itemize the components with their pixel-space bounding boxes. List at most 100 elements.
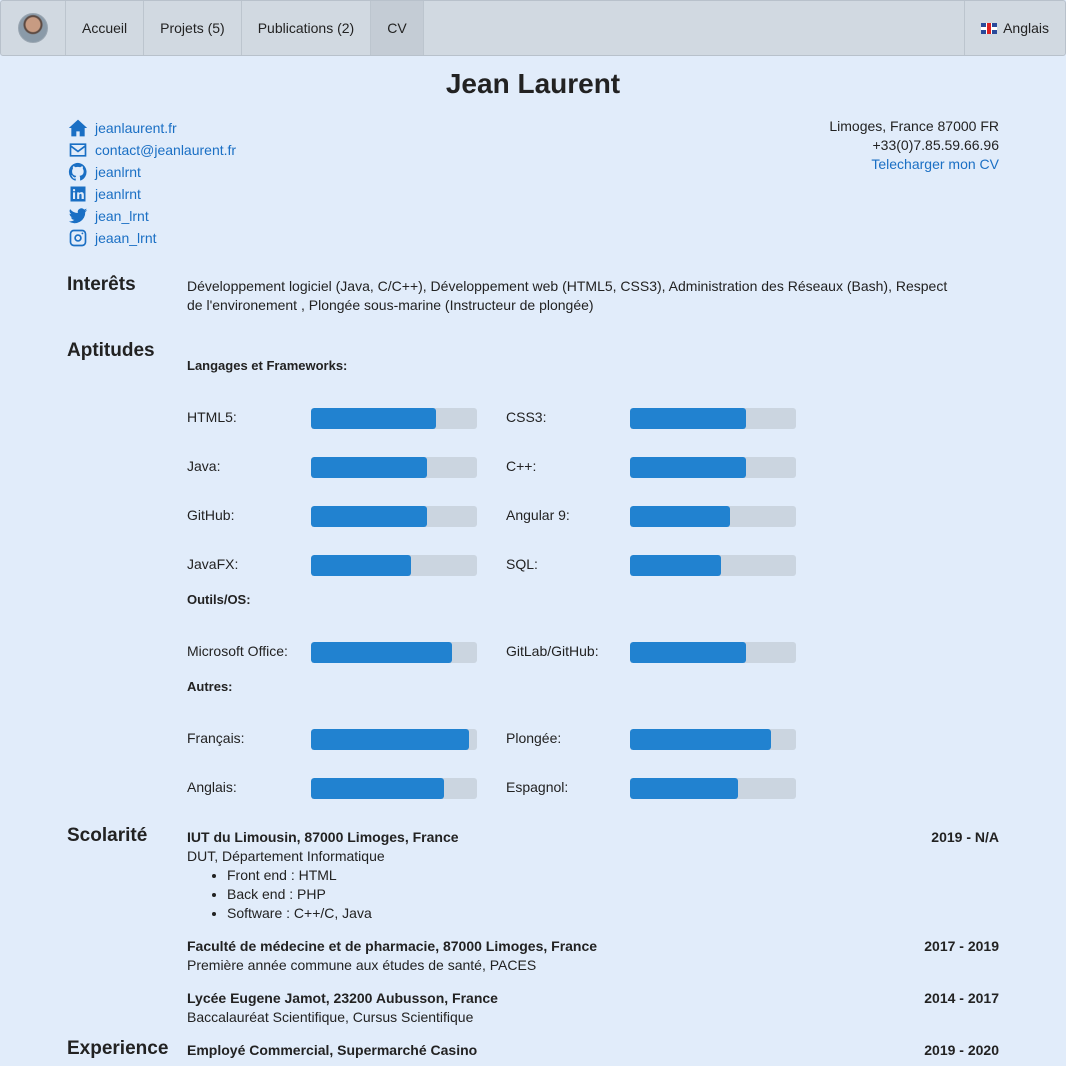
page-title: Jean Laurent bbox=[445, 68, 621, 99]
uk-flag-icon bbox=[981, 22, 998, 34]
language-label: Anglais bbox=[1003, 20, 1049, 36]
navbar: Accueil Projets (5) Publications (2) CV … bbox=[0, 0, 1066, 56]
contact-instagram: jeaan_lrnt bbox=[67, 227, 236, 249]
skill-bar bbox=[630, 642, 796, 663]
experience-entry: Employé Commercial, Supermarché Casino 2… bbox=[187, 1041, 999, 1060]
skill-label: C++: bbox=[506, 458, 537, 474]
skill-bar-fill bbox=[311, 555, 411, 576]
skill-bar bbox=[311, 506, 477, 527]
contact-website: jeanlaurent.fr bbox=[67, 117, 236, 139]
school-name: Lycée Eugene Jamot, 23200 Aubusson, Fran… bbox=[187, 990, 498, 1006]
skill-bar-fill bbox=[311, 408, 436, 429]
skill-label: HTML5: bbox=[187, 409, 237, 425]
education-entry: IUT du Limousin, 87000 Limoges, France 2… bbox=[187, 828, 999, 923]
linkedin-link[interactable]: jeanlrnt bbox=[95, 186, 141, 202]
skill-bar bbox=[630, 555, 796, 576]
list-item: Software : C++/C, Java bbox=[227, 904, 999, 923]
skill-label: GitHub: bbox=[187, 507, 235, 523]
nav-cv[interactable]: CV bbox=[371, 1, 424, 55]
interests-text: Développement logiciel (Java, C/C++), Dé… bbox=[187, 278, 948, 313]
skill-label: Java: bbox=[187, 458, 221, 474]
skill-bar-fill bbox=[311, 457, 428, 478]
skill-label: GitLab/GitHub: bbox=[506, 643, 599, 659]
school-years: 2014 - 2017 bbox=[924, 990, 999, 1006]
instagram-icon bbox=[67, 228, 89, 248]
instagram-link[interactable]: jeaan_lrnt bbox=[95, 230, 157, 246]
skills-title: Aptitudes bbox=[67, 340, 155, 361]
education-entry: Faculté de médecine et de pharmacie, 870… bbox=[187, 937, 999, 975]
degree: DUT, Département Informatique bbox=[187, 848, 385, 864]
skill-bar bbox=[311, 457, 477, 478]
download-cv-link[interactable]: Telecharger mon CV bbox=[871, 156, 999, 172]
education-title: Scolarité bbox=[67, 825, 148, 846]
skill-label: Français: bbox=[187, 730, 245, 746]
skill-group-heading: Autres: bbox=[187, 679, 233, 694]
skill-label: Microsoft Office: bbox=[187, 643, 288, 659]
list-item: Back end : PHP bbox=[227, 885, 999, 904]
avatar bbox=[18, 13, 48, 43]
job-role: Employé Commercial, Supermarché Casino bbox=[187, 1042, 478, 1058]
list-item: Front end : HTML bbox=[227, 866, 999, 885]
skill-bar bbox=[630, 729, 796, 750]
linkedin-icon bbox=[67, 184, 89, 204]
skill-bar-fill bbox=[630, 457, 747, 478]
job-years: 2019 - 2020 bbox=[924, 1042, 999, 1058]
skill-bar bbox=[630, 778, 796, 799]
skill-bar-fill bbox=[630, 778, 738, 799]
mail-icon bbox=[67, 140, 89, 160]
school-name: IUT du Limousin, 87000 Limoges, France bbox=[187, 829, 459, 845]
contact-email: contact@jeanlaurent.fr bbox=[67, 139, 236, 161]
skill-label: SQL: bbox=[506, 556, 538, 572]
nav-publications[interactable]: Publications (2) bbox=[242, 1, 372, 55]
github-icon bbox=[67, 162, 89, 182]
education-entry: Lycée Eugene Jamot, 23200 Aubusson, Fran… bbox=[187, 989, 999, 1027]
degree: Baccalauréat Scientifique, Cursus Scient… bbox=[187, 1009, 474, 1025]
interests-title: Interêts bbox=[67, 274, 136, 295]
nav-accueil[interactable]: Accueil bbox=[66, 1, 145, 55]
address-block: Limoges, France 87000 FR +33(0)7.85.59.6… bbox=[829, 117, 999, 174]
location: Limoges, France 87000 FR bbox=[829, 118, 999, 134]
skill-bar bbox=[311, 729, 477, 750]
email-link[interactable]: contact@jeanlaurent.fr bbox=[95, 142, 236, 158]
contact-linkedin: jeanlrnt bbox=[67, 183, 236, 205]
skill-bar-fill bbox=[630, 408, 747, 429]
experience-title: Experience bbox=[67, 1038, 169, 1059]
skill-bar bbox=[630, 506, 796, 527]
github-link[interactable]: jeanlrnt bbox=[95, 164, 141, 180]
skill-group-heading: Outils/OS: bbox=[187, 592, 251, 607]
contact-list: jeanlaurent.fr contact@jeanlaurent.fr je… bbox=[67, 117, 236, 249]
contact-github: jeanlrnt bbox=[67, 161, 236, 183]
skill-bar bbox=[630, 408, 796, 429]
home-icon bbox=[67, 118, 89, 138]
nav-projets[interactable]: Projets (5) bbox=[144, 1, 242, 55]
school-name: Faculté de médecine et de pharmacie, 870… bbox=[187, 938, 598, 954]
avatar-link[interactable] bbox=[1, 1, 66, 55]
course-list: Front end : HTML Back end : PHP Software… bbox=[187, 866, 999, 923]
skill-bar-fill bbox=[311, 729, 469, 750]
skill-label: CSS3: bbox=[506, 409, 547, 425]
contact-twitter: jean_lrnt bbox=[67, 205, 236, 227]
skill-bar bbox=[311, 778, 477, 799]
skill-bar-fill bbox=[630, 642, 747, 663]
school-years: 2019 - N/A bbox=[931, 829, 999, 845]
language-switch[interactable]: Anglais bbox=[964, 1, 1065, 55]
skill-bar bbox=[311, 555, 477, 576]
skill-bar bbox=[630, 457, 796, 478]
skill-bar-fill bbox=[311, 642, 453, 663]
skill-label: Angular 9: bbox=[506, 507, 570, 523]
skill-label: JavaFX: bbox=[187, 556, 239, 572]
skill-label: Espagnol: bbox=[506, 779, 569, 795]
skill-label: Plongée: bbox=[506, 730, 562, 746]
skill-bar-fill bbox=[630, 506, 730, 527]
skill-group-heading: Langages et Frameworks: bbox=[187, 358, 348, 373]
skill-bar bbox=[311, 408, 477, 429]
skill-bar-fill bbox=[311, 778, 444, 799]
website-link[interactable]: jeanlaurent.fr bbox=[95, 120, 177, 136]
phone: +33(0)7.85.59.66.96 bbox=[872, 137, 1000, 153]
degree: Première année commune aux études de san… bbox=[187, 957, 537, 973]
skill-bar-fill bbox=[630, 729, 772, 750]
school-years: 2017 - 2019 bbox=[924, 938, 999, 954]
twitter-link[interactable]: jean_lrnt bbox=[95, 208, 149, 224]
skill-bar-fill bbox=[311, 506, 428, 527]
skill-bar bbox=[311, 642, 477, 663]
